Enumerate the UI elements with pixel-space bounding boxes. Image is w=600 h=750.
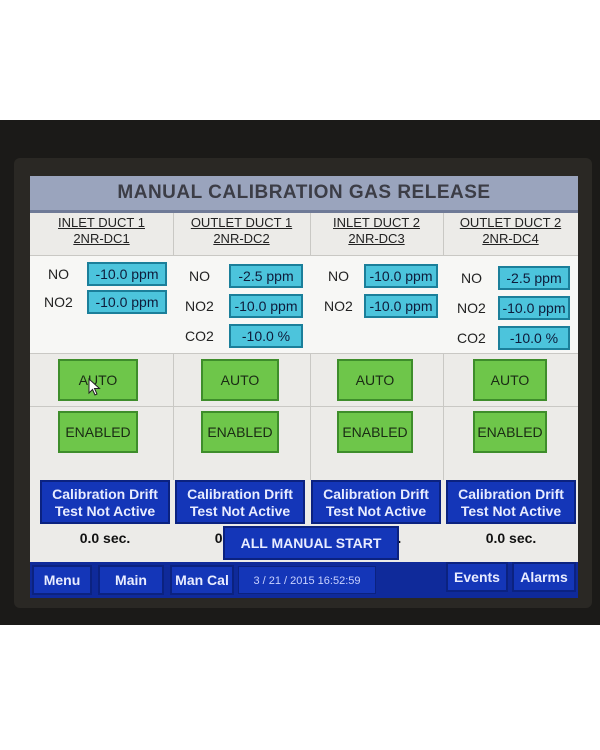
drift-line: Calibration Drift	[52, 486, 158, 502]
duct-column-4: OUTLET DUCT 2 2NR-DC4 NO -2.5 ppm NO2 -1…	[443, 213, 578, 480]
gas-readings: NO -2.5 ppm NO2 -10.0 ppm CO2 -10.0 %	[443, 255, 578, 354]
divider	[443, 406, 578, 407]
title-bar: MANUAL CALIBRATION GAS RELEASE	[30, 176, 578, 213]
events-button[interactable]: Events	[446, 562, 508, 592]
duct-header: OUTLET DUCT 1 2NR-DC2	[173, 215, 310, 247]
gas-value: -2.5 ppm	[498, 266, 570, 290]
drift-status-3[interactable]: Calibration Drift Test Not Active	[311, 480, 441, 524]
gas-label: NO	[328, 268, 349, 284]
gas-value: -10.0 ppm	[87, 262, 167, 286]
drift-status-4[interactable]: Calibration Drift Test Not Active	[446, 480, 576, 524]
timer-1: 0.0 sec.	[79, 530, 131, 546]
gas-row-co2: CO2 -10.0 %	[173, 324, 310, 350]
alarms-button[interactable]: Alarms	[512, 562, 576, 592]
gas-label: NO2	[457, 300, 486, 316]
gas-row-no2: NO2 -10.0 ppm	[310, 294, 443, 320]
gas-label: CO2	[457, 330, 486, 346]
gas-label: NO2	[324, 298, 353, 314]
drift-status-2[interactable]: Calibration Drift Test Not Active	[175, 480, 305, 524]
drift-line: Test Not Active	[460, 503, 562, 519]
drift-line: Test Not Active	[54, 503, 156, 519]
enabled-button[interactable]: ENABLED	[201, 411, 279, 453]
gas-row-no: NO -10.0 ppm	[310, 264, 443, 290]
gas-value: -2.5 ppm	[229, 264, 303, 288]
hmi-screen: MANUAL CALIBRATION GAS RELEASE INLET DUC…	[30, 176, 578, 598]
gas-value: -10.0 ppm	[364, 264, 438, 288]
duct-id: 2NR-DC4	[482, 231, 539, 246]
man-cal-button[interactable]: Man Cal	[170, 565, 234, 595]
gas-label: NO2	[185, 298, 214, 314]
drift-line: Test Not Active	[189, 503, 291, 519]
gas-label: NO	[461, 270, 482, 286]
drift-status-1[interactable]: Calibration Drift Test Not Active	[40, 480, 170, 524]
gas-readings: NO -10.0 ppm NO2 -10.0 ppm	[310, 255, 443, 354]
duct-header: OUTLET DUCT 2 2NR-DC4	[443, 215, 578, 247]
auto-button[interactable]: AUTO	[201, 359, 279, 401]
enabled-button[interactable]: ENABLED	[473, 411, 547, 453]
gas-row-no2: NO2 -10.0 ppm	[173, 294, 310, 320]
gas-value: -10.0 ppm	[364, 294, 438, 318]
all-manual-start-button[interactable]: ALL MANUAL START	[223, 526, 399, 560]
menu-button[interactable]: Menu	[32, 565, 92, 595]
divider	[310, 406, 443, 407]
gas-value: -10.0 %	[498, 326, 570, 350]
gas-label: CO2	[185, 328, 214, 344]
gas-row-co2: CO2 -10.0 %	[443, 326, 578, 352]
duct-id: 2NR-DC3	[348, 231, 405, 246]
gas-value: -10.0 ppm	[229, 294, 303, 318]
duct-name: INLET DUCT 1	[58, 215, 145, 230]
datetime-display: 3 / 21 / 2015 16:52:59	[238, 566, 376, 594]
duct-column-1: INLET DUCT 1 2NR-DC1 NO -10.0 ppm NO2 -1…	[30, 213, 174, 480]
gas-label: NO	[189, 268, 210, 284]
gas-row-no: NO -2.5 ppm	[173, 264, 310, 290]
gas-row-no2: NO2 -10.0 ppm	[443, 296, 578, 322]
duct-column-2: OUTLET DUCT 1 2NR-DC2 NO -2.5 ppm NO2 -1…	[173, 213, 311, 480]
drift-line: Test Not Active	[325, 503, 427, 519]
drift-line: Calibration Drift	[458, 486, 564, 502]
duct-column-3: INLET DUCT 2 2NR-DC3 NO -10.0 ppm NO2 -1…	[310, 213, 444, 480]
gas-readings: NO -10.0 ppm NO2 -10.0 ppm	[30, 255, 173, 354]
timer-4: 0.0 sec.	[485, 530, 537, 546]
gas-readings: NO -2.5 ppm NO2 -10.0 ppm CO2 -10.0 %	[173, 255, 310, 354]
main-button[interactable]: Main	[98, 565, 164, 595]
duct-id: 2NR-DC2	[213, 231, 270, 246]
gas-row-no: NO -10.0 ppm	[30, 262, 173, 288]
gas-row-no: NO -2.5 ppm	[443, 266, 578, 292]
duct-name: INLET DUCT 2	[333, 215, 420, 230]
mouse-cursor-icon	[88, 378, 101, 396]
auto-button[interactable]: AUTO	[473, 359, 547, 401]
gas-label: NO	[48, 266, 69, 282]
drift-line: Calibration Drift	[187, 486, 293, 502]
duct-name: OUTLET DUCT 1	[190, 215, 293, 230]
gas-row-no2: NO2 -10.0 ppm	[30, 290, 173, 316]
duct-header: INLET DUCT 1 2NR-DC1	[30, 215, 173, 247]
duct-header: INLET DUCT 2 2NR-DC3	[310, 215, 443, 247]
divider	[173, 406, 310, 407]
page-title: MANUAL CALIBRATION GAS RELEASE	[117, 182, 491, 203]
drift-line: Calibration Drift	[323, 486, 429, 502]
gas-label: NO2	[44, 294, 73, 310]
gas-value: -10.0 ppm	[498, 296, 570, 320]
enabled-button[interactable]: ENABLED	[58, 411, 138, 453]
divider	[30, 406, 173, 407]
enabled-button[interactable]: ENABLED	[337, 411, 413, 453]
auto-button[interactable]: AUTO	[337, 359, 413, 401]
gas-value: -10.0 %	[229, 324, 303, 348]
duct-name: OUTLET DUCT 2	[459, 215, 562, 230]
duct-id: 2NR-DC1	[73, 231, 130, 246]
gas-value: -10.0 ppm	[87, 290, 167, 314]
